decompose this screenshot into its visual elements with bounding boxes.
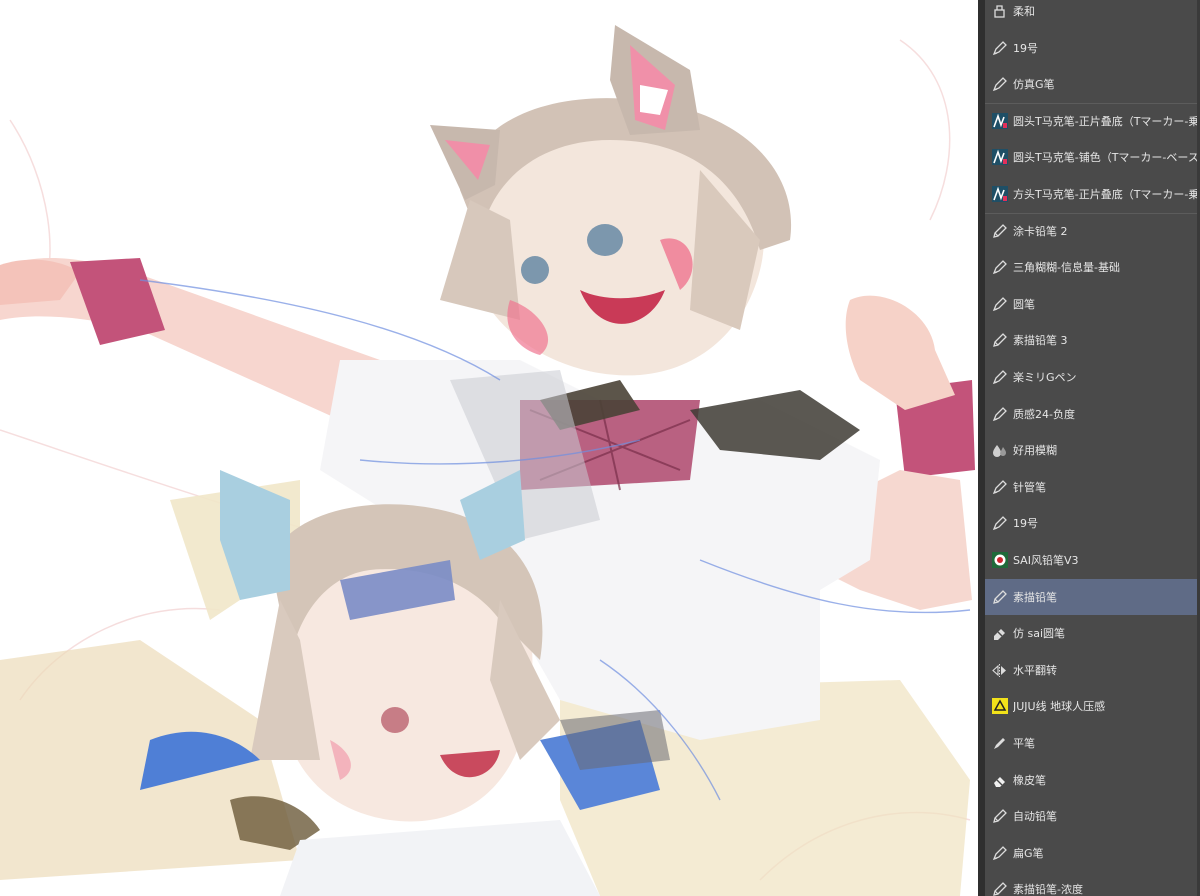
juju-thumb-icon: [991, 698, 1008, 715]
group-divider: [985, 213, 1200, 214]
panel-divider[interactable]: [978, 0, 985, 896]
brush-item[interactable]: 19号: [985, 505, 1200, 541]
blur-icon: [991, 442, 1008, 459]
brush-item-label: 素描铅笔-浓度: [1013, 883, 1083, 896]
pencil-icon: [991, 589, 1008, 606]
drawing-canvas[interactable]: [0, 0, 978, 896]
brush-item-label: 楽ミリGペン: [1013, 371, 1077, 384]
pen-icon: [991, 406, 1008, 423]
artwork-illustration: [0, 25, 975, 896]
brush-item[interactable]: 圆笔: [985, 286, 1200, 322]
brush-list-panel: 柔和 19号 仿真G笔 圆头T马克笔-正片叠底（Tマーカー-乗 圆头T马克笔-铺色（Tマ…: [985, 0, 1200, 896]
brush-item-label: 质感24-负度: [1013, 408, 1075, 421]
airbrush-icon: [991, 3, 1008, 20]
pen-icon: [991, 40, 1008, 57]
flat-brush-icon: [991, 735, 1008, 752]
brush-item[interactable]: 平笔: [985, 725, 1200, 761]
brush-item-label: 方头T马克笔-正片叠底（Tマーカー-乗: [1013, 188, 1200, 201]
brush-item[interactable]: 素描铅笔 3: [985, 322, 1200, 358]
pencil-icon: [991, 223, 1008, 240]
group-divider: [985, 103, 1200, 104]
brush-item-label: JUJU线 地球人压感: [1013, 700, 1106, 713]
brush-item-label: 橡皮笔: [1013, 774, 1046, 787]
brush-item[interactable]: 柔和: [985, 0, 1200, 29]
brush-item-label: 涂卡铅笔 2: [1013, 225, 1068, 238]
brush-item[interactable]: 好用模糊: [985, 432, 1200, 468]
brush-item[interactable]: 素描铅笔-浓度: [985, 871, 1200, 896]
pencil-icon: [991, 332, 1008, 349]
brush-item-label: 扁G笔: [1013, 847, 1044, 860]
brush-item[interactable]: 三角糊糊-信息量-基础: [985, 249, 1200, 285]
brush-item[interactable]: 方头T马克笔-正片叠底（Tマーカー-乗: [985, 176, 1200, 212]
brush-item[interactable]: 涂卡铅笔 2: [985, 213, 1200, 249]
flip-horizontal-icon: [991, 662, 1008, 679]
brush-item[interactable]: 楽ミリGペン: [985, 359, 1200, 395]
brush-item-label: 19号: [1013, 42, 1038, 55]
brush-item-label: 圆笔: [1013, 298, 1035, 311]
brush-item[interactable]: 自动铅笔: [985, 798, 1200, 834]
brush-item-label: 素描铅笔 3: [1013, 334, 1068, 347]
pen-icon: [991, 76, 1008, 93]
marker-thumb-icon: [991, 186, 1008, 203]
brush-item-label: 平笔: [1013, 737, 1035, 750]
marker-thumb-icon: [991, 149, 1008, 166]
pen-icon: [991, 259, 1008, 276]
brush-item[interactable]: 19号: [985, 30, 1200, 66]
brush-item[interactable]: 圆头T马克笔-正片叠底（Tマーカー-乗: [985, 103, 1200, 139]
brush-item[interactable]: 质感24-负度: [985, 396, 1200, 432]
pen-icon: [991, 845, 1008, 862]
brush-item-label: 针管笔: [1013, 481, 1046, 494]
pen-icon: [991, 369, 1008, 386]
brush-item-label: 素描铅笔: [1013, 591, 1057, 604]
brush-item-label: SAI风铅笔V3: [1013, 554, 1079, 567]
brush-item[interactable]: 水平翻转: [985, 652, 1200, 688]
brush-item[interactable]: SAI风铅笔V3: [985, 542, 1200, 578]
pen-icon: [991, 479, 1008, 496]
brush-item-label: 自动铅笔: [1013, 810, 1057, 823]
marker-thumb-icon: [991, 113, 1008, 130]
pen-icon: [991, 296, 1008, 313]
brush-item-label: 水平翻转: [1013, 664, 1057, 677]
eraser-icon: [991, 772, 1008, 789]
brush-item[interactable]: 扁G笔: [985, 835, 1200, 871]
brush-item-label: 柔和: [1013, 5, 1035, 18]
brush-item-label: 19号: [1013, 517, 1038, 530]
brush-item[interactable]: 仿 sai圆笔: [985, 615, 1200, 651]
brush-item[interactable]: 仿真G笔: [985, 66, 1200, 102]
sai-thumb-icon: [991, 552, 1008, 569]
brush-item-label: 仿 sai圆笔: [1013, 627, 1066, 640]
brush-item-label: 三角糊糊-信息量-基础: [1013, 261, 1120, 274]
brush-item-label: 圆头T马克笔-铺色（Tマーカー-ベース: [1013, 151, 1199, 164]
pencil-icon: [991, 808, 1008, 825]
pencil-icon: [991, 881, 1008, 896]
brush-item-label: 仿真G笔: [1013, 78, 1055, 91]
brush-item[interactable]: 圆头T马克笔-铺色（Tマーカー-ベース: [985, 139, 1200, 175]
brush-item[interactable]: 素描铅笔: [985, 579, 1200, 615]
brush-item[interactable]: 橡皮笔: [985, 762, 1200, 798]
eraser-pen-icon: [991, 625, 1008, 642]
pen-icon: [991, 515, 1008, 532]
brush-item[interactable]: 针管笔: [985, 469, 1200, 505]
brush-item-label: 圆头T马克笔-正片叠底（Tマーカー-乗: [1013, 115, 1200, 128]
brush-item[interactable]: JUJU线 地球人压感: [985, 688, 1200, 724]
brush-item-label: 好用模糊: [1013, 444, 1057, 457]
